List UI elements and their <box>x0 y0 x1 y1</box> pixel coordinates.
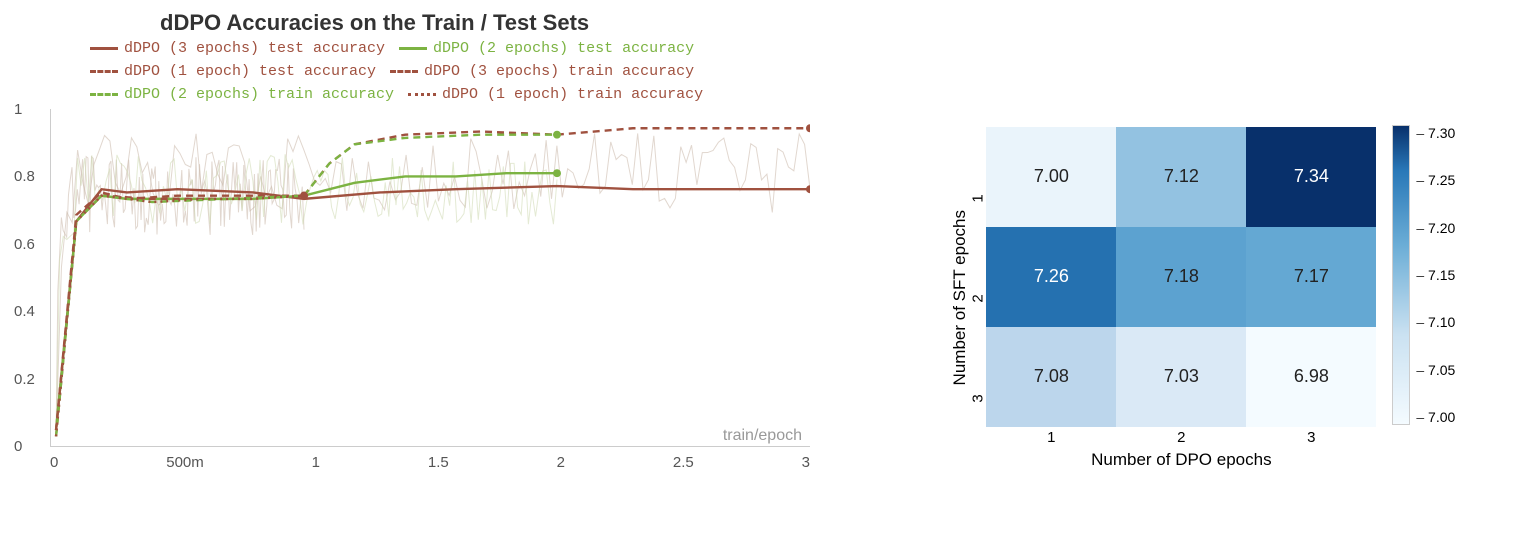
heatmap-panel: Number of SFT epochs 123 7.007.127.34 7.2… <box>950 10 1455 471</box>
heatmap-cell: 7.34 <box>1246 127 1376 227</box>
heatmap-cell: 7.17 <box>1246 227 1376 327</box>
legend-label: dDPO (2 epochs) train accuracy <box>124 86 394 103</box>
heatmap-wrapper: Number of SFT epochs 123 7.007.127.34 7.2… <box>950 127 1376 470</box>
legend-item: dDPO (2 epochs) train accuracy <box>90 86 394 103</box>
colorbar-gradient <box>1392 125 1410 425</box>
legend-item: dDPO (1 epoch) train accuracy <box>408 86 703 103</box>
legend-item: dDPO (1 epoch) test accuracy <box>90 63 376 80</box>
heatmap-cell: 7.26 <box>986 227 1116 327</box>
x-axis-ticks: 0500m11.522.53 <box>50 454 810 471</box>
line-svg <box>51 109 810 446</box>
heatmap-cell: 7.18 <box>1116 227 1246 327</box>
heatmap-grid: 7.007.127.34 7.267.187.17 7.087.036.98 <box>986 127 1376 427</box>
heatmap-cell: 7.08 <box>986 327 1116 427</box>
chart-title: dDPO Accuracies on the Train / Test Sets <box>160 10 810 36</box>
legend-label: dDPO (1 epoch) train accuracy <box>442 86 703 103</box>
y-axis-ticks: 00.20.40.60.81 <box>14 109 35 447</box>
legend-label: dDPO (1 epoch) test accuracy <box>124 63 376 80</box>
heatmap-cell: 7.03 <box>1116 327 1246 427</box>
heatmap-x-ticks: 123 <box>986 429 1376 446</box>
legend: dDPO (3 epochs) test accuracy dDPO (2 epo… <box>90 40 810 103</box>
legend-item: dDPO (3 epochs) test accuracy <box>90 40 385 57</box>
legend-item: dDPO (3 epochs) train accuracy <box>390 63 694 80</box>
legend-label: dDPO (3 epochs) test accuracy <box>124 40 385 57</box>
legend-item: dDPO (2 epochs) test accuracy <box>399 40 694 57</box>
plot-inner <box>50 109 810 447</box>
x-axis-label: train/epoch <box>723 427 802 445</box>
heatmap-y-ticks: 123 <box>974 148 982 448</box>
legend-label: dDPO (3 epochs) train accuracy <box>424 63 694 80</box>
heatmap-cell: 7.00 <box>986 127 1116 227</box>
line-plot-area: 00.20.40.60.81 train/epoch 0500m11.522.5… <box>50 109 810 479</box>
heatmap-body: 7.007.127.34 7.267.187.17 7.087.036.98 123… <box>986 127 1376 470</box>
heatmap-cell: 6.98 <box>1246 327 1376 427</box>
heatmap-cell: 7.12 <box>1116 127 1246 227</box>
heatmap-x-label: Number of DPO epochs <box>986 450 1376 470</box>
heatmap-y-label: Number of SFT epochs <box>950 210 970 385</box>
colorbar: 7.307.257.207.157.107.057.00 <box>1392 125 1455 471</box>
legend-label: dDPO (2 epochs) test accuracy <box>433 40 694 57</box>
line-chart-panel: dDPO Accuracies on the Train / Test Sets… <box>10 10 810 479</box>
colorbar-ticks: 7.307.257.207.157.107.057.00 <box>1416 125 1455 425</box>
